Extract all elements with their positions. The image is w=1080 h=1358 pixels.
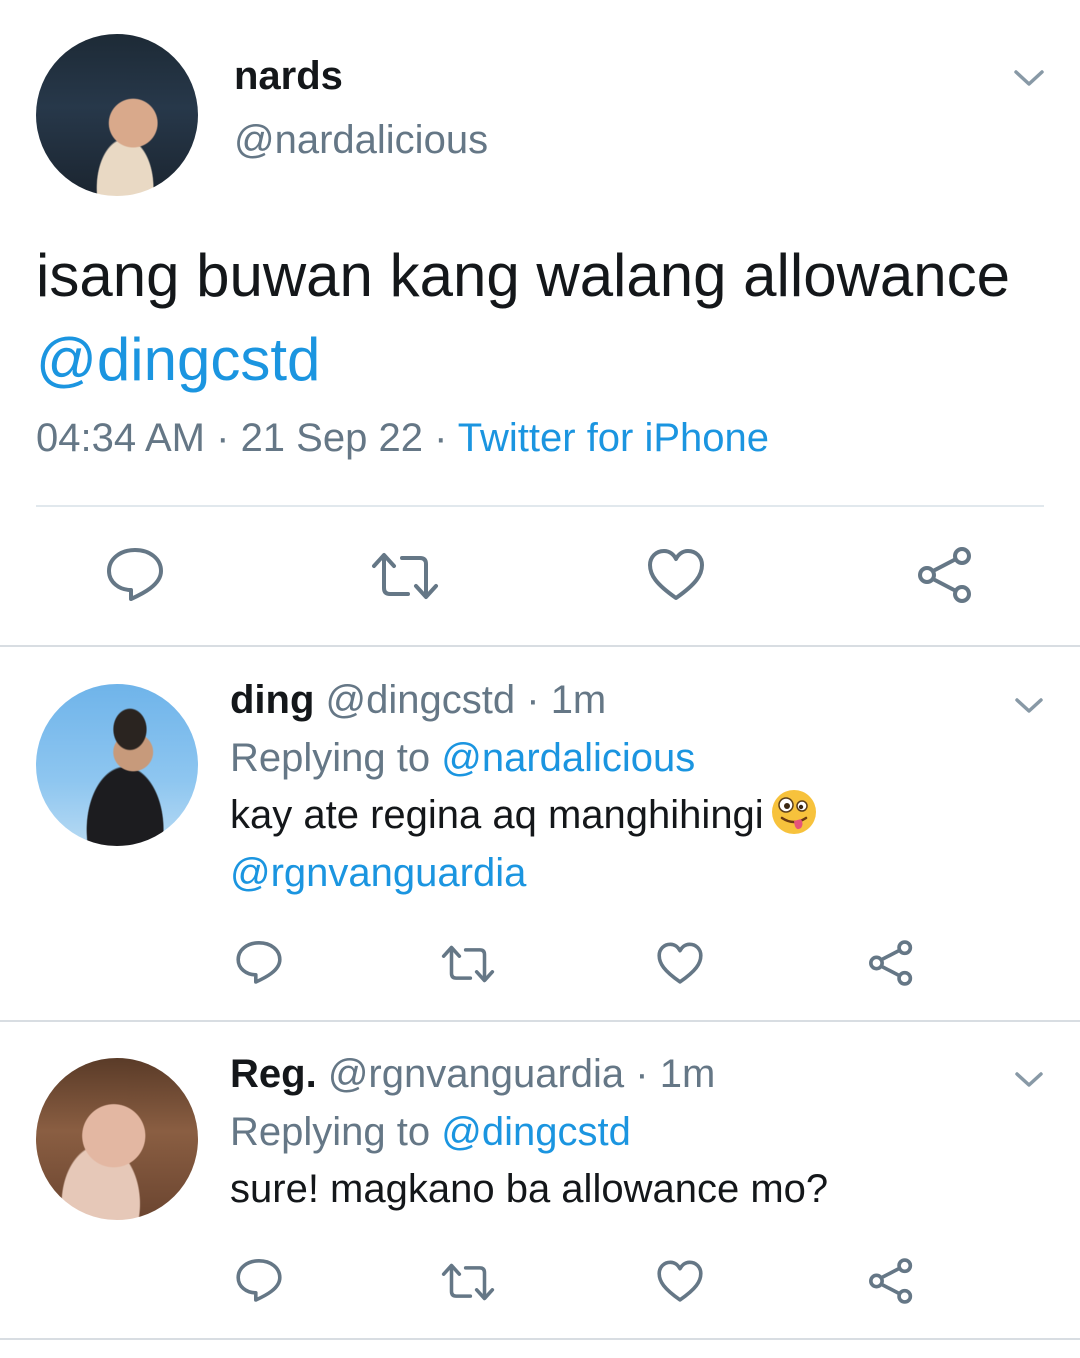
tweet-text: isang buwan kang walang allowance @dingc… <box>36 234 1036 402</box>
meta-separator: · <box>205 416 241 460</box>
replying-to: Replying to @nardalicious <box>230 736 695 781</box>
reply-text: kay ate regina aq manghihingi @rgnvangua… <box>230 786 1030 902</box>
tweet-meta: 04:34 AM · 21 Sep 22 · Twitter for iPhon… <box>36 416 769 461</box>
share-icon[interactable] <box>914 544 976 606</box>
reply-text-body: kay ate regina aq manghihingi <box>230 793 764 837</box>
avatar-reg[interactable] <box>36 1058 198 1220</box>
author-name[interactable]: nards <box>234 54 343 99</box>
divider <box>0 645 1080 647</box>
reply-text: sure! magkano ba allowance mo? <box>230 1167 829 1211</box>
chevron-down-icon[interactable] <box>1012 1066 1046 1092</box>
reply-icon[interactable] <box>104 544 166 604</box>
retweet-icon[interactable] <box>440 1260 496 1304</box>
chevron-down-icon[interactable] <box>1010 62 1048 92</box>
divider <box>0 1020 1080 1022</box>
author-handle[interactable]: @rgnvanguardia <box>328 1052 624 1096</box>
reply-header: ding @dingcstd · 1m <box>230 678 607 722</box>
mention-link[interactable]: @dingcstd <box>441 1110 631 1154</box>
like-icon[interactable] <box>656 1259 704 1304</box>
divider <box>36 505 1044 507</box>
tweet-text-body: isang buwan kang walang allowance <box>36 242 1011 309</box>
meta-separator: · <box>422 416 458 460</box>
reply-time: 1m <box>550 678 607 722</box>
mention-link[interactable]: @dingcstd <box>36 326 320 393</box>
author-handle[interactable]: @nardalicious <box>234 118 488 163</box>
tweet-date: 21 Sep 22 <box>240 416 423 460</box>
author-name[interactable]: ding <box>230 678 314 722</box>
like-icon[interactable] <box>646 547 706 603</box>
divider <box>0 1338 1080 1340</box>
zany-face-emoji <box>770 788 818 836</box>
author-name[interactable]: Reg. <box>230 1052 317 1096</box>
chevron-down-icon[interactable] <box>1012 692 1046 718</box>
retweet-icon[interactable] <box>440 942 496 986</box>
share-icon[interactable] <box>866 938 916 988</box>
avatar-ding[interactable] <box>36 684 198 846</box>
mention-link[interactable]: @nardalicious <box>441 736 695 780</box>
replying-prefix: Replying to <box>230 1110 442 1154</box>
tweet-time: 04:34 AM <box>36 416 206 460</box>
share-icon[interactable] <box>866 1256 916 1306</box>
like-icon[interactable] <box>656 941 704 986</box>
replying-prefix: Replying to <box>230 736 442 780</box>
tweet-thread: nards @nardalicious isang buwan kang wal… <box>0 0 1080 1358</box>
mention-link[interactable]: @rgnvanguardia <box>230 851 526 895</box>
main-tweet: nards @nardalicious isang buwan kang wal… <box>0 0 1080 647</box>
author-handle[interactable]: @dingcstd <box>326 678 516 722</box>
reply-time: 1m <box>659 1052 716 1096</box>
reply-header: Reg. @rgnvanguardia · 1m <box>230 1052 716 1096</box>
reply-icon[interactable] <box>234 938 284 986</box>
avatar-nards[interactable] <box>36 34 198 196</box>
retweet-icon[interactable] <box>370 548 440 604</box>
tweet-source-link[interactable]: Twitter for iPhone <box>458 416 769 460</box>
replying-to: Replying to @dingcstd <box>230 1110 631 1155</box>
reply-icon[interactable] <box>234 1256 284 1304</box>
